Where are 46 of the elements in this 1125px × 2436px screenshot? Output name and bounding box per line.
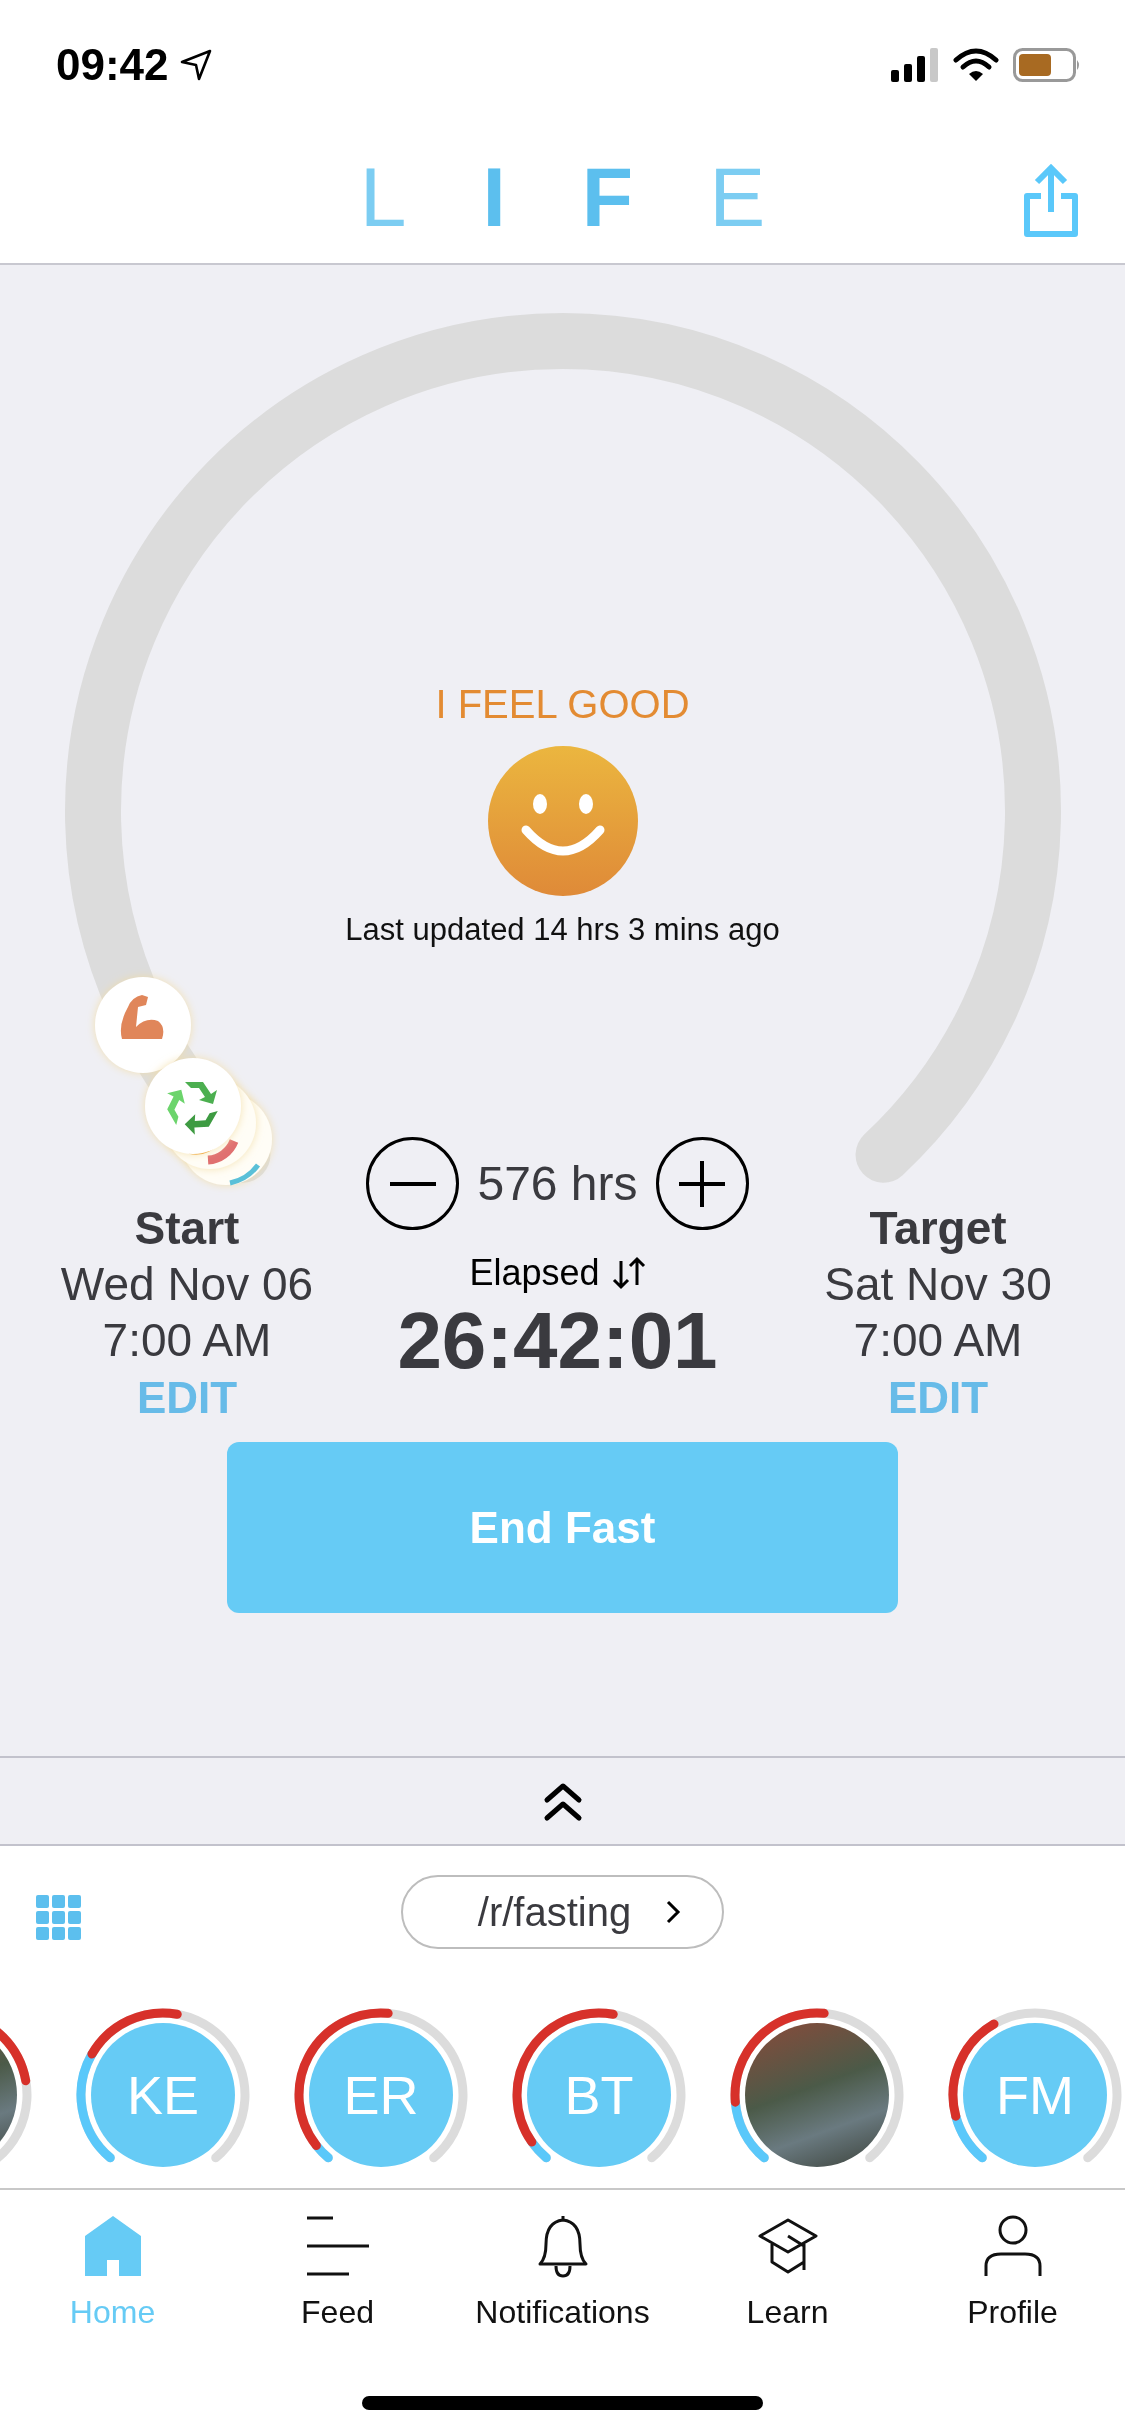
plus-icon (679, 1160, 726, 1207)
elapsed-label: Elapsed (469, 1252, 600, 1294)
duration-value: 576 hrs (477, 1156, 638, 1211)
location-arrow-icon (178, 48, 213, 82)
feed-lines-icon (304, 2214, 371, 2278)
logo-letter: F (581, 154, 634, 239)
edit-link[interactable]: EDIT (887, 1368, 989, 1428)
tab-item[interactable]: Profile (900, 2214, 1125, 2332)
member-avatar[interactable]: FM (963, 2023, 1107, 2167)
target-time: 7:00 AM (853, 1313, 1023, 1368)
end-fast-button[interactable]: End Fast (227, 1442, 898, 1613)
last-updated-text: Last updated 14 hrs 3 mins ago (345, 911, 780, 949)
tab-item[interactable]: Notifications (450, 2214, 675, 2332)
recycle-icon (145, 1058, 241, 1154)
signal-icon (891, 48, 939, 82)
member-avatar[interactable]: BT (527, 2023, 671, 2167)
target-label: Target (869, 1201, 1007, 1256)
wifi-icon (953, 48, 999, 82)
smiley-icon (487, 746, 638, 896)
tab-item[interactable]: Feed (225, 2214, 450, 2332)
house-icon (82, 2214, 143, 2278)
chevron-right-icon (665, 1899, 682, 1925)
decrease-button[interactable] (366, 1137, 460, 1230)
start-date: Wed Nov 06 (60, 1257, 314, 1312)
flexed-arm-icon (95, 977, 191, 1073)
member-avatar[interactable]: KE (91, 2023, 235, 2167)
increase-button[interactable] (655, 1137, 749, 1230)
logo-letter: L (359, 154, 407, 239)
logo-letter: I (482, 154, 506, 239)
start-time: 7:00 AM (102, 1313, 272, 1368)
status-time: 09:42 (56, 40, 169, 90)
swap-arrows-icon[interactable] (611, 1255, 646, 1291)
minus-icon (389, 1181, 436, 1186)
mood-label: I FEEL GOOD (435, 681, 690, 728)
battery-icon (1013, 48, 1081, 82)
start-label: Start (134, 1201, 240, 1256)
photo-placeholder[interactable] (745, 2023, 889, 2167)
tab-item[interactable]: Home (0, 2214, 225, 2332)
logo-letter: E (709, 154, 766, 239)
community-button[interactable]: /r/fasting (401, 1875, 724, 1949)
tab-item[interactable]: Learn (675, 2214, 900, 2332)
person-icon (982, 2214, 1043, 2278)
elapsed-timer: 26:42:01 (397, 1296, 718, 1386)
member-avatar[interactable]: ER (309, 2023, 453, 2167)
edit-link[interactable]: EDIT (136, 1368, 238, 1428)
target-date: Sat Nov 30 (824, 1257, 1052, 1312)
